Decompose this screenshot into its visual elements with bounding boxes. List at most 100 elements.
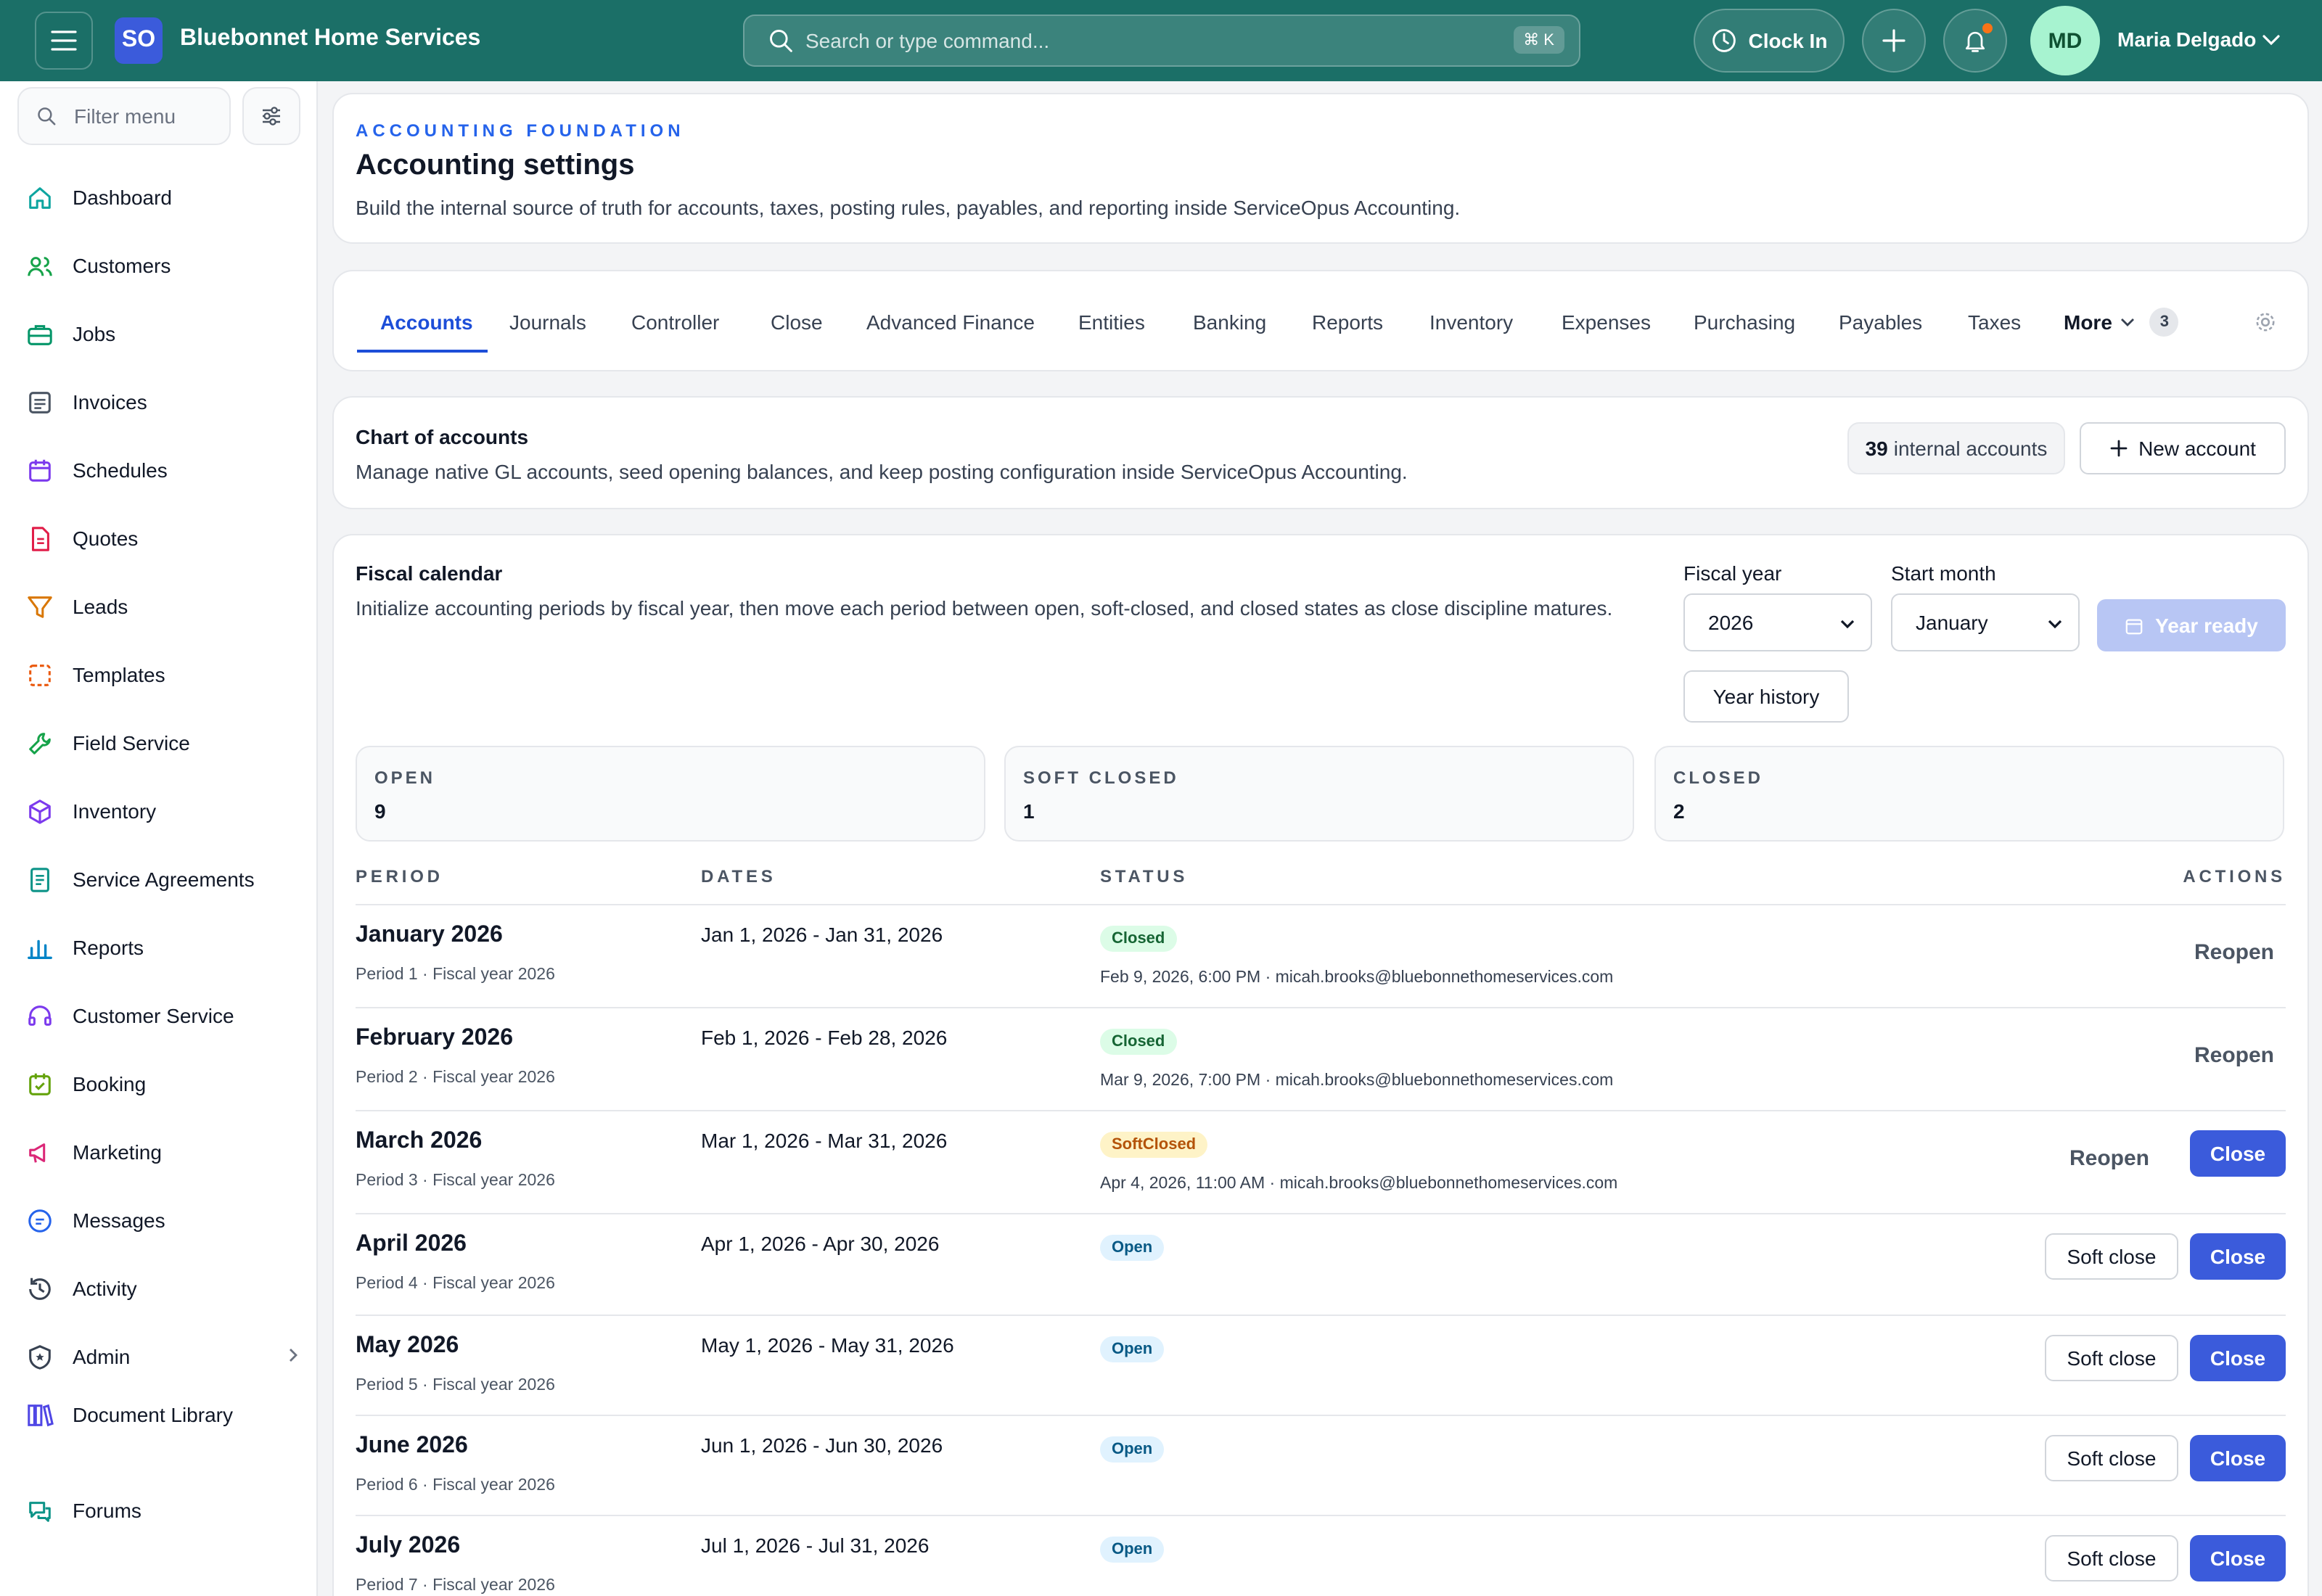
sidebar-item-customers[interactable]: Customers [26, 245, 302, 286]
page-description: Build the internal source of truth for a… [356, 196, 1461, 219]
chevron-down-icon [1840, 620, 1855, 629]
sidebar-item-label: Marketing [73, 1140, 162, 1164]
chevron-down-icon[interactable] [2261, 29, 2281, 49]
period-subtitle: Period 3 · Fiscal year 2026 [356, 1172, 555, 1190]
start-month-select[interactable]: January [1891, 593, 2080, 651]
sidebar-item-document-library[interactable]: Document Library [26, 1394, 302, 1435]
logo[interactable]: SO [115, 17, 163, 64]
tab-taxes[interactable]: Taxes [1968, 280, 2021, 364]
close-button[interactable]: Close [2190, 1335, 2286, 1381]
command-search[interactable]: Search or type command... ⌘ K [743, 15, 1580, 67]
filter-icon [28, 596, 52, 617]
tab-inventory[interactable]: Inventory [1429, 280, 1513, 364]
table-row: January 2026 Period 1 · Fiscal year 2026… [356, 905, 2286, 1008]
gear-icon[interactable] [2254, 310, 2277, 334]
tab-more[interactable]: More 3 [2064, 280, 2179, 364]
period-subtitle: Period 6 · Fiscal year 2026 [356, 1477, 555, 1494]
sidebar-item-forums[interactable]: Forums [26, 1490, 302, 1531]
period-subtitle: Period 7 · Fiscal year 2026 [356, 1577, 555, 1595]
year-history-button[interactable]: Year history [1683, 670, 1849, 723]
reopen-button[interactable]: Reopen [2194, 940, 2274, 965]
user-name[interactable]: Maria Delgado [2117, 28, 2256, 51]
fiscal-year-select[interactable]: 2026 [1683, 593, 1872, 651]
tab-payables[interactable]: Payables [1839, 280, 1922, 364]
new-account-button[interactable]: New account [2080, 422, 2286, 474]
sidebar-item-label: Schedules [73, 458, 168, 482]
sidebar-item-admin[interactable]: Admin [26, 1336, 302, 1377]
chevron-right-icon [290, 1349, 298, 1362]
sidebar-item-service-agreements[interactable]: Service Agreements [26, 859, 302, 900]
period-dates: Feb 1, 2026 - Feb 28, 2026 [701, 1026, 948, 1049]
tab-advanced-finance[interactable]: Advanced Finance [866, 280, 1035, 364]
tab-close[interactable]: Close [771, 280, 823, 364]
sidebar-item-messages[interactable]: Messages [26, 1200, 302, 1241]
sidebar-item-invoices[interactable]: Invoices [26, 382, 302, 422]
status-meta: Apr 4, 2026, 11:00 AM · micah.brooks@blu… [1100, 1175, 1618, 1193]
menu-toggle-button[interactable] [35, 12, 93, 70]
notifications-button[interactable] [1943, 9, 2007, 73]
year-ready-button[interactable]: Year ready [2097, 599, 2286, 651]
table-row: April 2026 Period 4 · Fiscal year 2026 A… [356, 1214, 2286, 1316]
tab-controller[interactable]: Controller [631, 280, 719, 364]
sidebar-item-leads[interactable]: Leads [26, 586, 302, 627]
tab-journals[interactable]: Journals [509, 280, 586, 364]
sidebar-item-inventory[interactable]: Inventory [26, 791, 302, 831]
fiscal-year-value: 2026 [1708, 611, 1754, 634]
sidebar-item-schedules[interactable]: Schedules [26, 450, 302, 490]
sidebar-item-booking[interactable]: Booking [26, 1064, 302, 1104]
active-tab-indicator [357, 350, 488, 353]
history-icon [29, 1277, 51, 1299]
sidebar-item-reports[interactable]: Reports [26, 927, 302, 968]
sidebar-item-label: Admin [73, 1345, 131, 1368]
status-badge: Open [1100, 1336, 1165, 1362]
sidebar-item-activity[interactable]: Activity [26, 1268, 302, 1309]
new-account-label: New account [2138, 437, 2256, 460]
home-icon [29, 186, 51, 208]
tab-expenses[interactable]: Expenses [1562, 280, 1651, 364]
year-history-label: Year history [1712, 685, 1820, 708]
sidebar-item-dashboard[interactable]: Dashboard [26, 177, 302, 218]
sidebar-item-jobs[interactable]: Jobs [26, 313, 302, 354]
close-button[interactable]: Close [2190, 1130, 2286, 1177]
library-icon [28, 1403, 54, 1426]
menu-settings-button[interactable] [242, 87, 300, 145]
close-button[interactable]: Close [2190, 1535, 2286, 1581]
sidebar-item-customer-service[interactable]: Customer Service [26, 995, 302, 1036]
reopen-button[interactable]: Reopen [2194, 1043, 2274, 1068]
soft-close-button[interactable]: Soft close [2045, 1535, 2178, 1581]
sidebar-item-label: Customers [73, 254, 171, 277]
tab-reports[interactable]: Reports [1312, 280, 1383, 364]
brand-name[interactable]: Bluebonnet Home Services [180, 26, 480, 52]
reopen-button[interactable]: Reopen [2069, 1146, 2149, 1171]
sidebar-item-label: Invoices [73, 390, 147, 414]
sidebar-item-label: Service Agreements [73, 868, 255, 891]
close-button[interactable]: Close [2190, 1435, 2286, 1481]
period-dates: Jan 1, 2026 - Jan 31, 2026 [701, 923, 943, 946]
forum-icon [29, 1501, 51, 1521]
tab-banking[interactable]: Banking [1193, 280, 1266, 364]
clock-in-button[interactable]: Clock In [1694, 9, 1845, 73]
soft-close-button[interactable]: Soft close [2045, 1233, 2178, 1280]
stat-label: SOFT CLOSED [1023, 768, 1179, 788]
sidebar-item-marketing[interactable]: Marketing [26, 1132, 302, 1172]
soft-close-button[interactable]: Soft close [2045, 1335, 2178, 1381]
sidebar-item-quotes[interactable]: Quotes [26, 518, 302, 559]
tab-entities[interactable]: Entities [1078, 280, 1145, 364]
sidebar-item-label: Leads [73, 595, 128, 618]
sidebar-item-label: Templates [73, 663, 165, 686]
filter-menu-input[interactable]: Filter menu [17, 87, 231, 145]
quick-add-button[interactable] [1862, 9, 1926, 73]
avatar[interactable]: MD [2030, 6, 2100, 75]
stat-open: OPEN 9 [356, 746, 985, 842]
period-subtitle: Period 5 · Fiscal year 2026 [356, 1377, 555, 1394]
sidebar-item-templates[interactable]: Templates [26, 654, 302, 695]
soft-close-button[interactable]: Soft close [2045, 1435, 2178, 1481]
status-badge: Closed [1100, 1029, 1177, 1055]
calendar-icon [29, 458, 51, 481]
sidebar-item-field-service[interactable]: Field Service [26, 723, 302, 763]
sliders-icon [263, 107, 280, 126]
box-icon [29, 799, 51, 823]
period-dates: Jun 1, 2026 - Jun 30, 2026 [701, 1433, 943, 1457]
tab-purchasing[interactable]: Purchasing [1694, 280, 1795, 364]
close-button[interactable]: Close [2190, 1233, 2286, 1280]
